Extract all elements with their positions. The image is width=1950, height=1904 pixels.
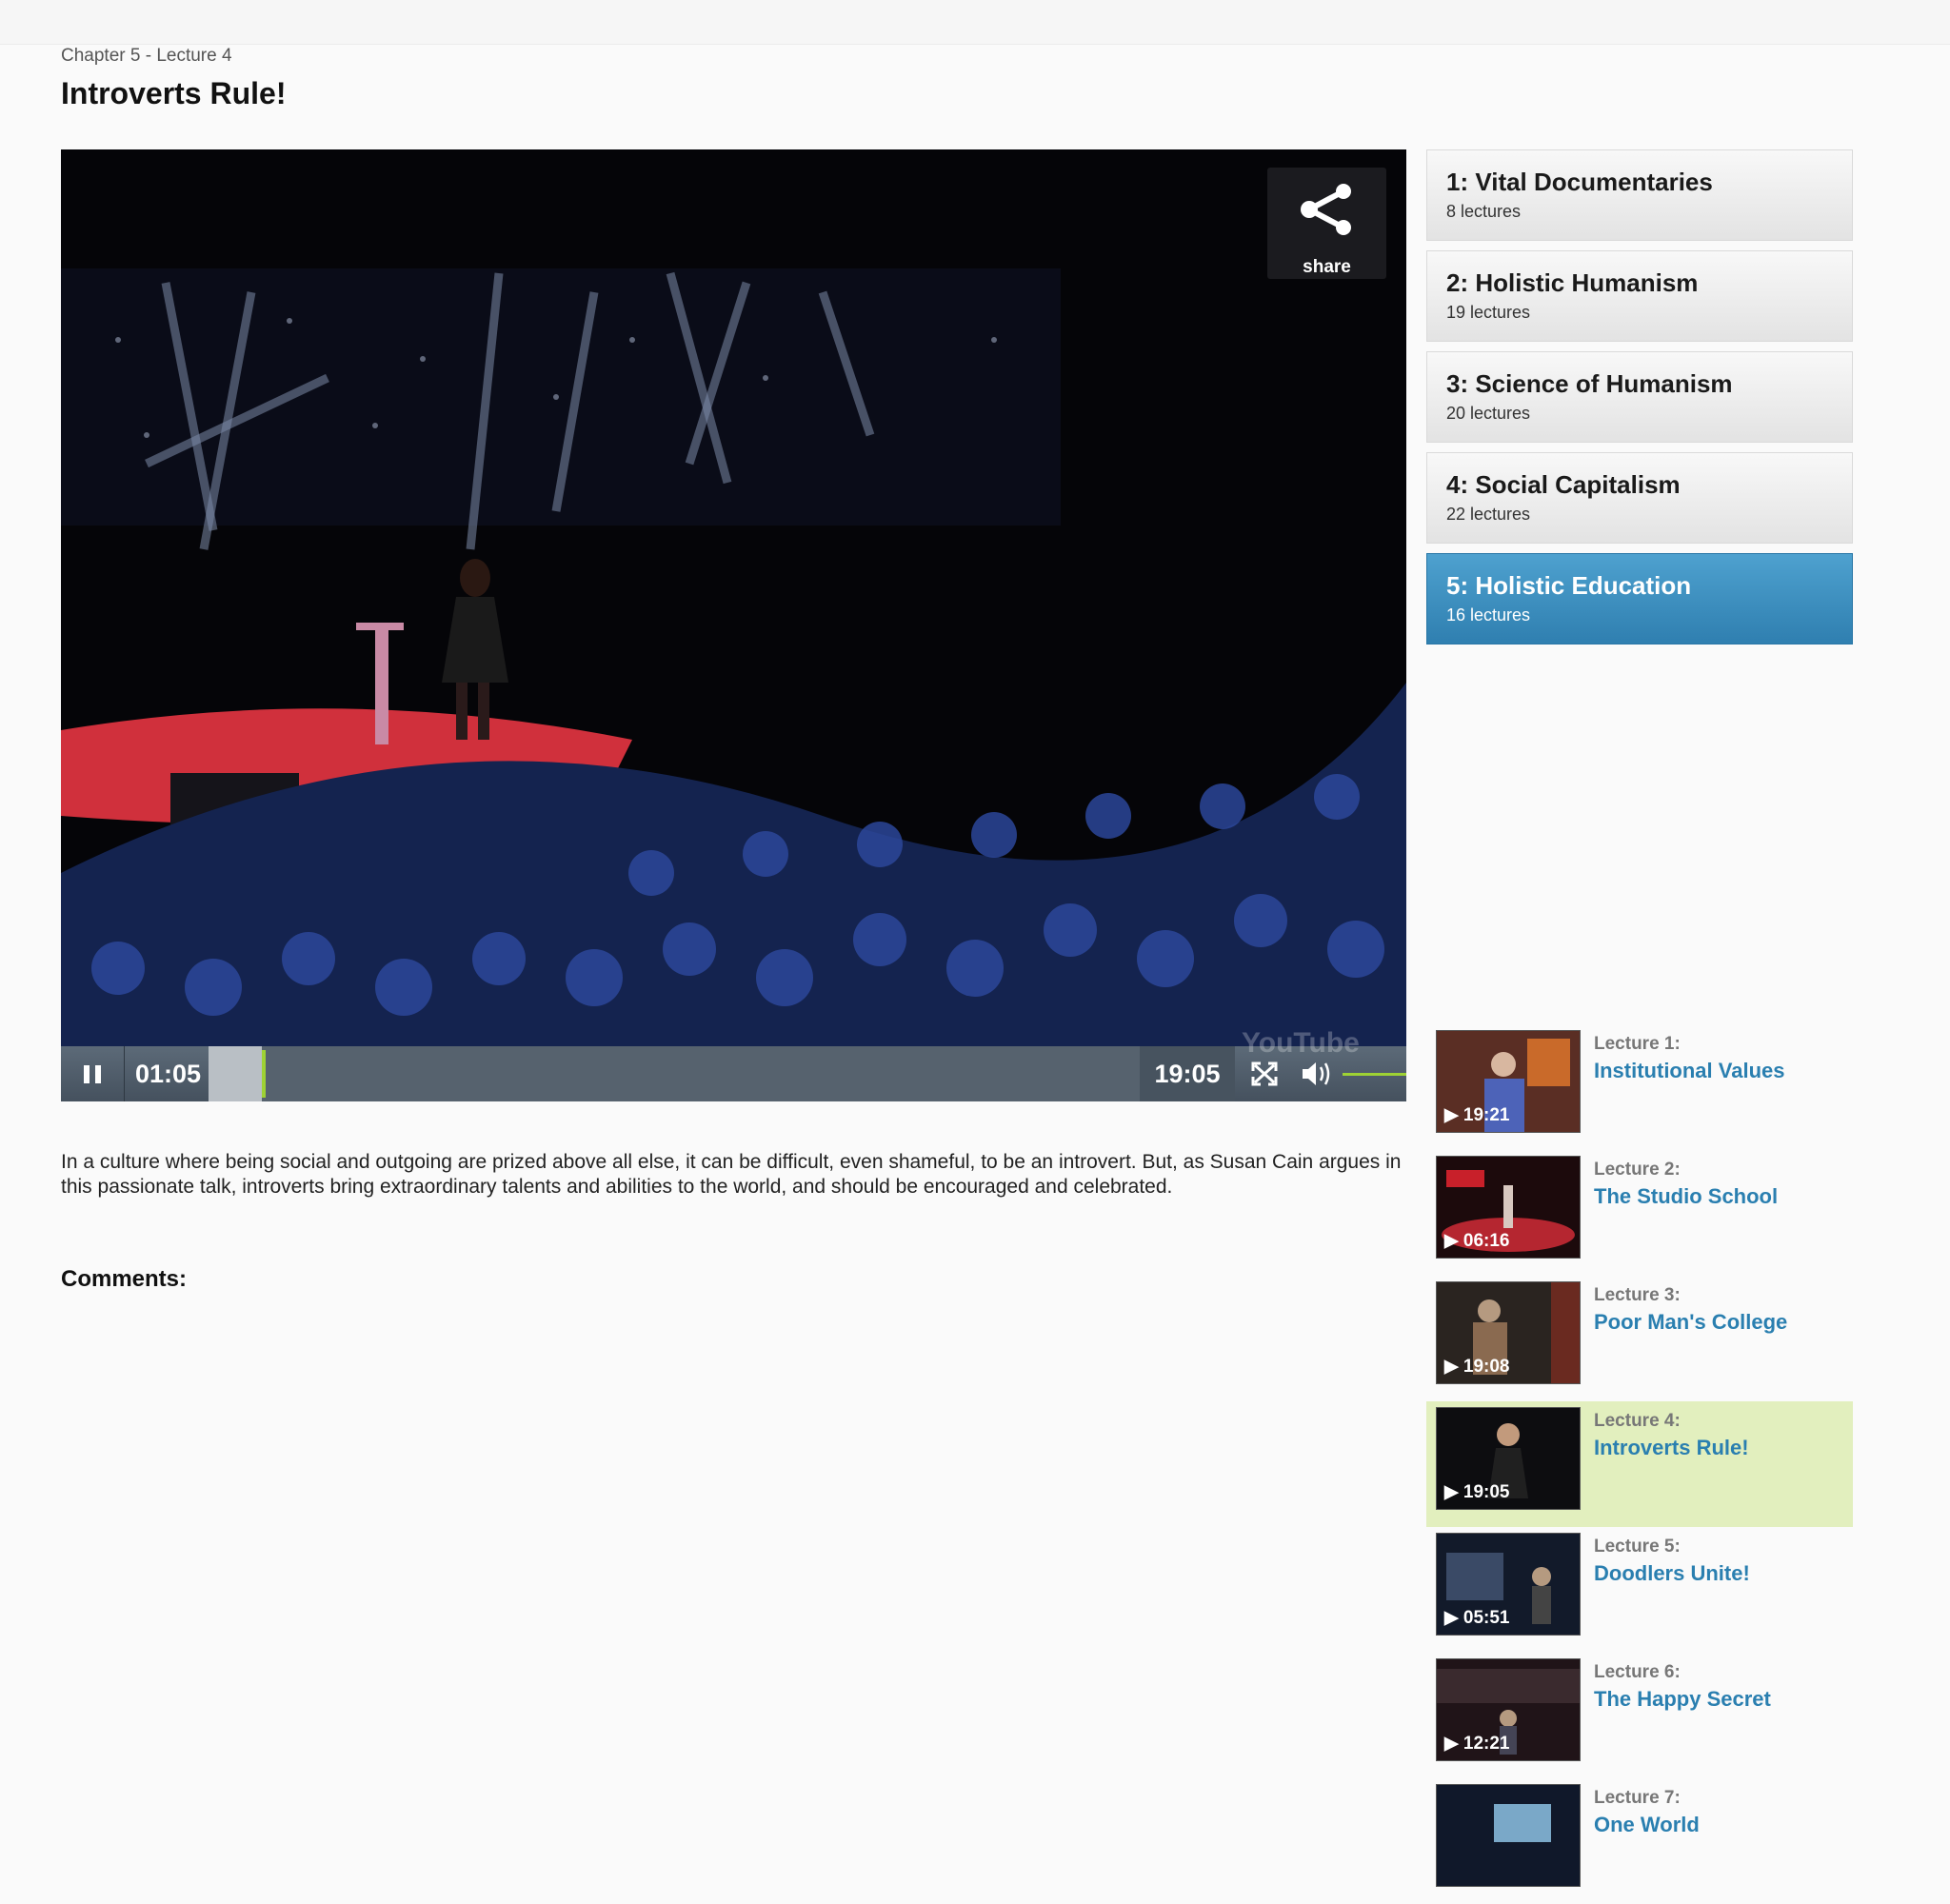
lecture-duration: ▶ 06:16 xyxy=(1444,1231,1510,1251)
play-icon: ▶ xyxy=(1444,1482,1463,1502)
page-title: Introverts Rule! xyxy=(61,76,287,110)
chapter-title: 4: Social Capitalism xyxy=(1446,470,1681,499)
lecture-thumbnail[interactable]: ▶ 05:51 xyxy=(1436,1533,1581,1636)
volume-slider[interactable] xyxy=(1343,1067,1406,1081)
share-label: share xyxy=(1303,257,1351,277)
play-icon: ▶ xyxy=(1444,1231,1463,1251)
lecture-title-link[interactable]: The Happy Secret xyxy=(1594,1687,1771,1712)
lecture-number: Lecture 7: xyxy=(1594,1788,1681,1808)
chapter-item-active[interactable]: 5: Holistic Education 16 lectures xyxy=(1426,553,1853,645)
lecture-duration: ▶ 05:51 xyxy=(1444,1608,1510,1628)
breadcrumb: Chapter 5 - Lecture 4 xyxy=(61,46,232,66)
chapter-lecture-count: 20 lectures xyxy=(1446,404,1531,423)
chapter-item[interactable]: 3: Science of Humanism 20 lectures xyxy=(1426,351,1853,443)
lecture-number: Lecture 5: xyxy=(1594,1537,1681,1557)
lecture-description: In a culture where being social and outg… xyxy=(61,1151,1402,1198)
lecture-duration: ▶ 19:08 xyxy=(1444,1357,1510,1377)
player-controls: YouTube 01:05 19:05 xyxy=(61,1027,1406,1101)
lecture-list: ▶ 19:21 Lecture 1: Institutional Values … xyxy=(1426,1024,1853,1904)
chapter-title: 3: Science of Humanism xyxy=(1446,369,1733,398)
chapter-title: 5: Holistic Education xyxy=(1446,571,1692,600)
share-icon xyxy=(1301,184,1351,235)
lecture-number: Lecture 4: xyxy=(1594,1411,1681,1431)
play-icon: ▶ xyxy=(1444,1357,1463,1377)
chapter-title: 2: Holistic Humanism xyxy=(1446,268,1699,297)
chapter-lecture-count: 22 lectures xyxy=(1446,505,1531,524)
lecture-item-current[interactable]: ▶ 19:05 Lecture 4: Introverts Rule! xyxy=(1426,1401,1853,1527)
lecture-title-link[interactable]: The Studio School xyxy=(1594,1184,1778,1209)
progress-bar[interactable] xyxy=(209,1046,1140,1101)
lecture-number: Lecture 3: xyxy=(1594,1285,1681,1305)
lecture-item[interactable]: ▶ 19:21 Lecture 1: Institutional Values xyxy=(1426,1024,1853,1150)
lecture-item[interactable]: ▶ 06:16 Lecture 2: The Studio School xyxy=(1426,1150,1853,1276)
play-icon: ▶ xyxy=(1444,1734,1463,1754)
play-icon: ▶ xyxy=(1444,1608,1463,1628)
lecture-thumbnail[interactable]: ▶ 19:05 xyxy=(1436,1407,1581,1510)
fullscreen-button[interactable] xyxy=(1238,1046,1291,1101)
lecture-title-link[interactable]: Introverts Rule! xyxy=(1594,1436,1749,1460)
lecture-title-link[interactable]: Poor Man's College xyxy=(1594,1310,1787,1335)
lecture-title-link[interactable]: One World xyxy=(1594,1813,1700,1837)
lecture-duration: ▶ 19:21 xyxy=(1444,1105,1510,1125)
lecture-title-link[interactable]: Doodlers Unite! xyxy=(1594,1561,1750,1586)
lecture-item[interactable]: ▶ 12:21 Lecture 6: The Happy Secret xyxy=(1426,1653,1853,1778)
chapter-title: 1: Vital Documentaries xyxy=(1446,168,1713,196)
lecture-thumbnail[interactable]: ▶ 19:08 xyxy=(1436,1281,1581,1384)
chapter-list: 1: Vital Documentaries 8 lectures 2: Hol… xyxy=(1426,149,1853,654)
thumbnail-image xyxy=(1437,1785,1580,1886)
lecture-number: Lecture 6: xyxy=(1594,1662,1681,1682)
lecture-number: Lecture 1: xyxy=(1594,1034,1681,1054)
chapter-item[interactable]: 1: Vital Documentaries 8 lectures xyxy=(1426,149,1853,241)
pause-button[interactable] xyxy=(61,1046,125,1101)
progress-fill xyxy=(209,1046,262,1101)
lecture-thumbnail[interactable]: ▶ 12:21 xyxy=(1436,1658,1581,1761)
volume-icon xyxy=(1303,1062,1330,1085)
lecture-thumbnail[interactable]: ▶ 19:21 xyxy=(1436,1030,1581,1133)
comments-heading: Comments: xyxy=(61,1266,188,1292)
lecture-thumbnail[interactable]: ▶ 06:16 xyxy=(1436,1156,1581,1259)
share-button[interactable]: share xyxy=(1267,168,1386,279)
lecture-thumbnail[interactable] xyxy=(1436,1784,1581,1887)
progress-playhead[interactable] xyxy=(262,1050,266,1098)
chapter-item[interactable]: 2: Holistic Humanism 19 lectures xyxy=(1426,250,1853,342)
duration: 19:05 xyxy=(1140,1046,1235,1101)
lecture-number: Lecture 2: xyxy=(1594,1160,1681,1180)
top-bar xyxy=(0,0,1950,45)
lecture-duration: ▶ 19:05 xyxy=(1444,1482,1510,1502)
lecture-title-link[interactable]: Institutional Values xyxy=(1594,1059,1784,1083)
video-frame[interactable] xyxy=(61,149,1406,1046)
play-icon: ▶ xyxy=(1444,1105,1463,1125)
lecture-item[interactable]: ▶ 05:51 Lecture 5: Doodlers Unite! xyxy=(1426,1527,1853,1653)
chapter-lecture-count: 19 lectures xyxy=(1446,303,1531,322)
lecture-item[interactable]: ▶ 19:08 Lecture 3: Poor Man's College xyxy=(1426,1276,1853,1401)
volume-track xyxy=(1343,1073,1406,1076)
chapter-item[interactable]: 4: Social Capitalism 22 lectures xyxy=(1426,452,1853,544)
lecture-duration: ▶ 12:21 xyxy=(1444,1734,1510,1754)
video-player[interactable]: share YouTube 01:05 19:05 xyxy=(61,149,1406,1101)
chapter-lecture-count: 16 lectures xyxy=(1446,605,1531,625)
lecture-item[interactable]: Lecture 7: One World xyxy=(1426,1778,1853,1904)
volume-button[interactable] xyxy=(1295,1046,1337,1101)
fullscreen-icon xyxy=(1251,1061,1278,1086)
chapter-lecture-count: 8 lectures xyxy=(1446,202,1522,221)
